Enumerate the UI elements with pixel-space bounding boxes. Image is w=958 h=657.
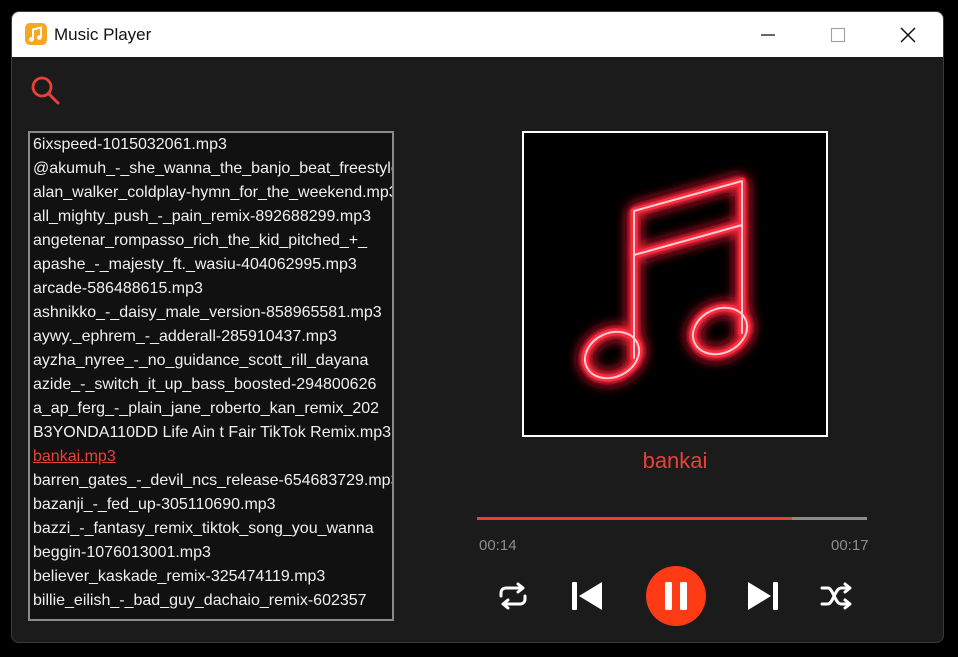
total-time: 00:17 <box>831 537 869 554</box>
window-title: Music Player <box>54 25 152 44</box>
playlist-item[interactable]: 6ixspeed-1015032061.mp3 <box>30 133 392 157</box>
close-icon <box>900 26 916 43</box>
skip-next-icon <box>748 582 778 610</box>
next-button[interactable] <box>742 577 784 615</box>
playlist-item[interactable]: arcade-586488615.mp3 <box>30 277 392 301</box>
progress-bar[interactable] <box>477 517 867 520</box>
playlist-item[interactable]: all_mighty_push_-_pain_remix-892688299.m… <box>30 205 392 229</box>
album-art <box>522 131 828 437</box>
neon-music-note-icon <box>581 177 751 382</box>
minimize-button[interactable] <box>745 12 791 57</box>
close-button[interactable] <box>885 12 931 57</box>
track-title: bankai <box>642 448 708 473</box>
repeat-icon <box>499 582 527 610</box>
playlist-item[interactable]: barren_gates_-_devil_ncs_release-6546837… <box>30 469 392 493</box>
skip-previous-icon <box>572 582 602 610</box>
playlist-item[interactable]: beggin-1076013001.mp3 <box>30 541 392 565</box>
music-player-window: Music Player 6ixspeed-1015032061.mp3 @aku… <box>11 11 944 643</box>
pause-button[interactable] <box>646 566 706 626</box>
playlist-item[interactable]: apashe_-_majesty_ft._wasiu-404062995.mp3 <box>30 253 392 277</box>
playlist-item[interactable]: angetenar_rompasso_rich_the_kid_pitched_… <box>30 229 392 253</box>
maximize-icon <box>830 27 846 42</box>
playlist-item[interactable]: azide_-_switch_it_up_bass_boosted-294800… <box>30 373 392 397</box>
shuffle-icon <box>820 582 852 610</box>
repeat-button[interactable] <box>492 577 534 615</box>
current-time: 00:14 <box>479 537 517 554</box>
music-note-icon <box>25 23 47 45</box>
playlist-item[interactable]: bazzi_-_fantasy_remix_tiktok_song_you_wa… <box>30 517 392 541</box>
playlist-item[interactable]: a_ap_ferg_-_plain_jane_roberto_kan_remix… <box>30 397 392 421</box>
playlist-item[interactable]: bazanji_-_fed_up-305110690.mp3 <box>30 493 392 517</box>
playlist-item-selected[interactable]: bankai.mp3 <box>30 445 392 469</box>
playlist-item[interactable]: ayzha_nyree_-_no_guidance_scott_rill_day… <box>30 349 392 373</box>
minimize-icon <box>761 33 775 36</box>
playlist-list: 6ixspeed-1015032061.mp3 @akumuh_-_she_wan… <box>30 133 392 613</box>
playlist[interactable]: 6ixspeed-1015032061.mp3 @akumuh_-_she_wan… <box>28 131 394 621</box>
previous-button[interactable] <box>566 577 608 615</box>
progress-fill <box>477 517 793 520</box>
shuffle-button[interactable] <box>816 577 858 615</box>
playlist-item[interactable]: alan_walker_coldplay-hymn_for_the_weeken… <box>30 181 392 205</box>
playlist-item[interactable]: believer_kaskade_remix-325474119.mp3 <box>30 565 392 589</box>
search-icon[interactable] <box>29 74 61 106</box>
title-bar[interactable]: Music Player <box>12 12 943 57</box>
pause-icon <box>665 582 687 610</box>
maximize-button[interactable] <box>815 12 861 57</box>
playlist-item[interactable]: B3YONDA110DD Life Ain t Fair TikTok Remi… <box>30 421 392 445</box>
playlist-item[interactable]: aywy._ephrem_-_adderall-285910437.mp3 <box>30 325 392 349</box>
playlist-item[interactable]: billie_eilish_-_bad_guy_dachaio_remix-60… <box>30 589 392 613</box>
playlist-item[interactable]: ashnikko_-_daisy_male_version-858965581.… <box>30 301 392 325</box>
playlist-item[interactable]: @akumuh_-_she_wanna_the_banjo_beat_frees… <box>30 157 392 181</box>
